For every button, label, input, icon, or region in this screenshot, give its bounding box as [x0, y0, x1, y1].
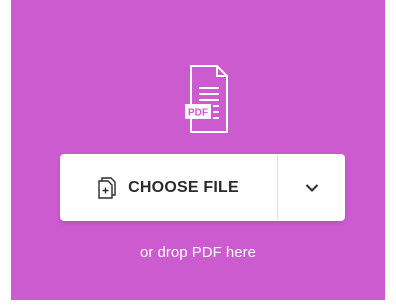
upload-dropzone[interactable]: PDF CHOOSE FILE or drop PDF here [11, 0, 385, 300]
chevron-down-icon [305, 183, 318, 192]
file-add-icon [98, 176, 116, 199]
choose-file-button[interactable]: CHOOSE FILE [60, 154, 277, 221]
choose-file-button-group: CHOOSE FILE [60, 154, 345, 221]
pdf-badge-label: PDF [188, 108, 208, 119]
pdf-file-icon: PDF [185, 65, 228, 133]
drop-hint-text: or drop PDF here [140, 244, 256, 261]
choose-file-label: CHOOSE FILE [128, 178, 239, 196]
upload-source-dropdown-button[interactable] [278, 154, 345, 221]
